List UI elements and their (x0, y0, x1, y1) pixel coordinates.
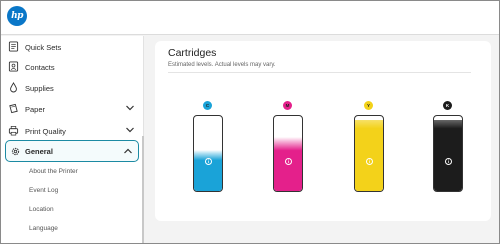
sidebar-item-supplies[interactable]: Supplies (1, 77, 144, 99)
cartridges-card: Cartridges Estimated levels. Actual leve… (155, 41, 491, 221)
sidebar-item-paper[interactable]: Paper (1, 98, 144, 120)
info-icon[interactable]: i (285, 158, 292, 165)
sidebar-subitem-location[interactable]: Location (29, 206, 54, 213)
gear-icon (11, 147, 20, 156)
chevron-up-icon[interactable] (123, 147, 133, 155)
cartridge-badge-label: C (205, 103, 210, 108)
sidebar-item-label: General (25, 146, 53, 156)
app-window: hp Quick Sets Contacts Supplies Paper Pr… (0, 0, 500, 244)
chevron-down-icon[interactable] (125, 126, 135, 134)
print-quality-icon (8, 126, 19, 136)
hp-logo[interactable]: hp (7, 6, 27, 26)
cartridge-badge: C (203, 101, 212, 110)
page-title: Cartridges (168, 47, 217, 59)
info-glyph: i (368, 159, 371, 164)
page-subtitle: Estimated levels. Actual levels may vary… (168, 62, 276, 68)
sidebar-item-contacts[interactable]: Contacts (1, 56, 144, 78)
cartridge-body: i (433, 115, 463, 192)
sidebar-subitem-language[interactable]: Language (29, 225, 58, 232)
ink-level-fill (355, 119, 383, 191)
hp-logo-text: hp (11, 11, 23, 21)
top-bar: hp (1, 1, 499, 35)
ink-level-fill (194, 149, 222, 191)
cartridge-black[interactable]: K i (433, 101, 463, 192)
cartridge-badge: Y (364, 101, 373, 110)
cartridge-magenta[interactable]: M i (273, 101, 303, 192)
sidebar-item-label: Supplies (25, 83, 54, 93)
sidebar-item-label: Print Quality (25, 126, 66, 136)
cartridge-yellow[interactable]: Y i (354, 101, 384, 192)
sidebar-item-label: Paper (25, 104, 46, 114)
sidebar-scrollbar[interactable] (142, 136, 144, 243)
info-glyph: i (207, 159, 210, 164)
cartridge-badge: K (443, 101, 452, 110)
cartridge-body: i (354, 115, 384, 192)
cartridge-badge-label: K (445, 103, 450, 108)
cartridge-badge: M (283, 101, 292, 110)
info-icon[interactable]: i (205, 158, 212, 165)
sidebar: Quick Sets Contacts Supplies Paper Print… (1, 36, 144, 243)
sidebar-item-print-quality[interactable]: Print Quality (1, 120, 144, 142)
droplet-icon (10, 82, 17, 93)
cartridge-badge-label: Y (366, 103, 370, 108)
cartridge-body: i (193, 115, 223, 192)
chevron-down-icon[interactable] (125, 104, 135, 112)
cartridge-cyan[interactable]: C i (193, 101, 223, 192)
ink-level-fill (434, 119, 462, 191)
sidebar-subitem-event-log[interactable]: Event Log (29, 187, 58, 194)
sidebar-item-quick-sets[interactable]: Quick Sets (1, 36, 144, 58)
divider (168, 72, 471, 73)
sidebar-subitem-about-printer[interactable]: About the Printer (29, 168, 78, 175)
info-glyph: i (287, 159, 290, 164)
contacts-icon (8, 61, 19, 72)
info-glyph: i (447, 159, 450, 164)
cartridge-badge-label: M (285, 103, 290, 108)
quick-sets-icon (8, 41, 19, 52)
paper-icon (9, 103, 18, 114)
sidebar-item-label: Contacts (25, 62, 55, 72)
info-icon[interactable]: i (445, 158, 452, 165)
sidebar-item-general[interactable]: General (5, 140, 139, 162)
info-icon[interactable]: i (366, 158, 373, 165)
sidebar-item-label: Quick Sets (25, 42, 62, 52)
cartridge-body: i (273, 115, 303, 192)
